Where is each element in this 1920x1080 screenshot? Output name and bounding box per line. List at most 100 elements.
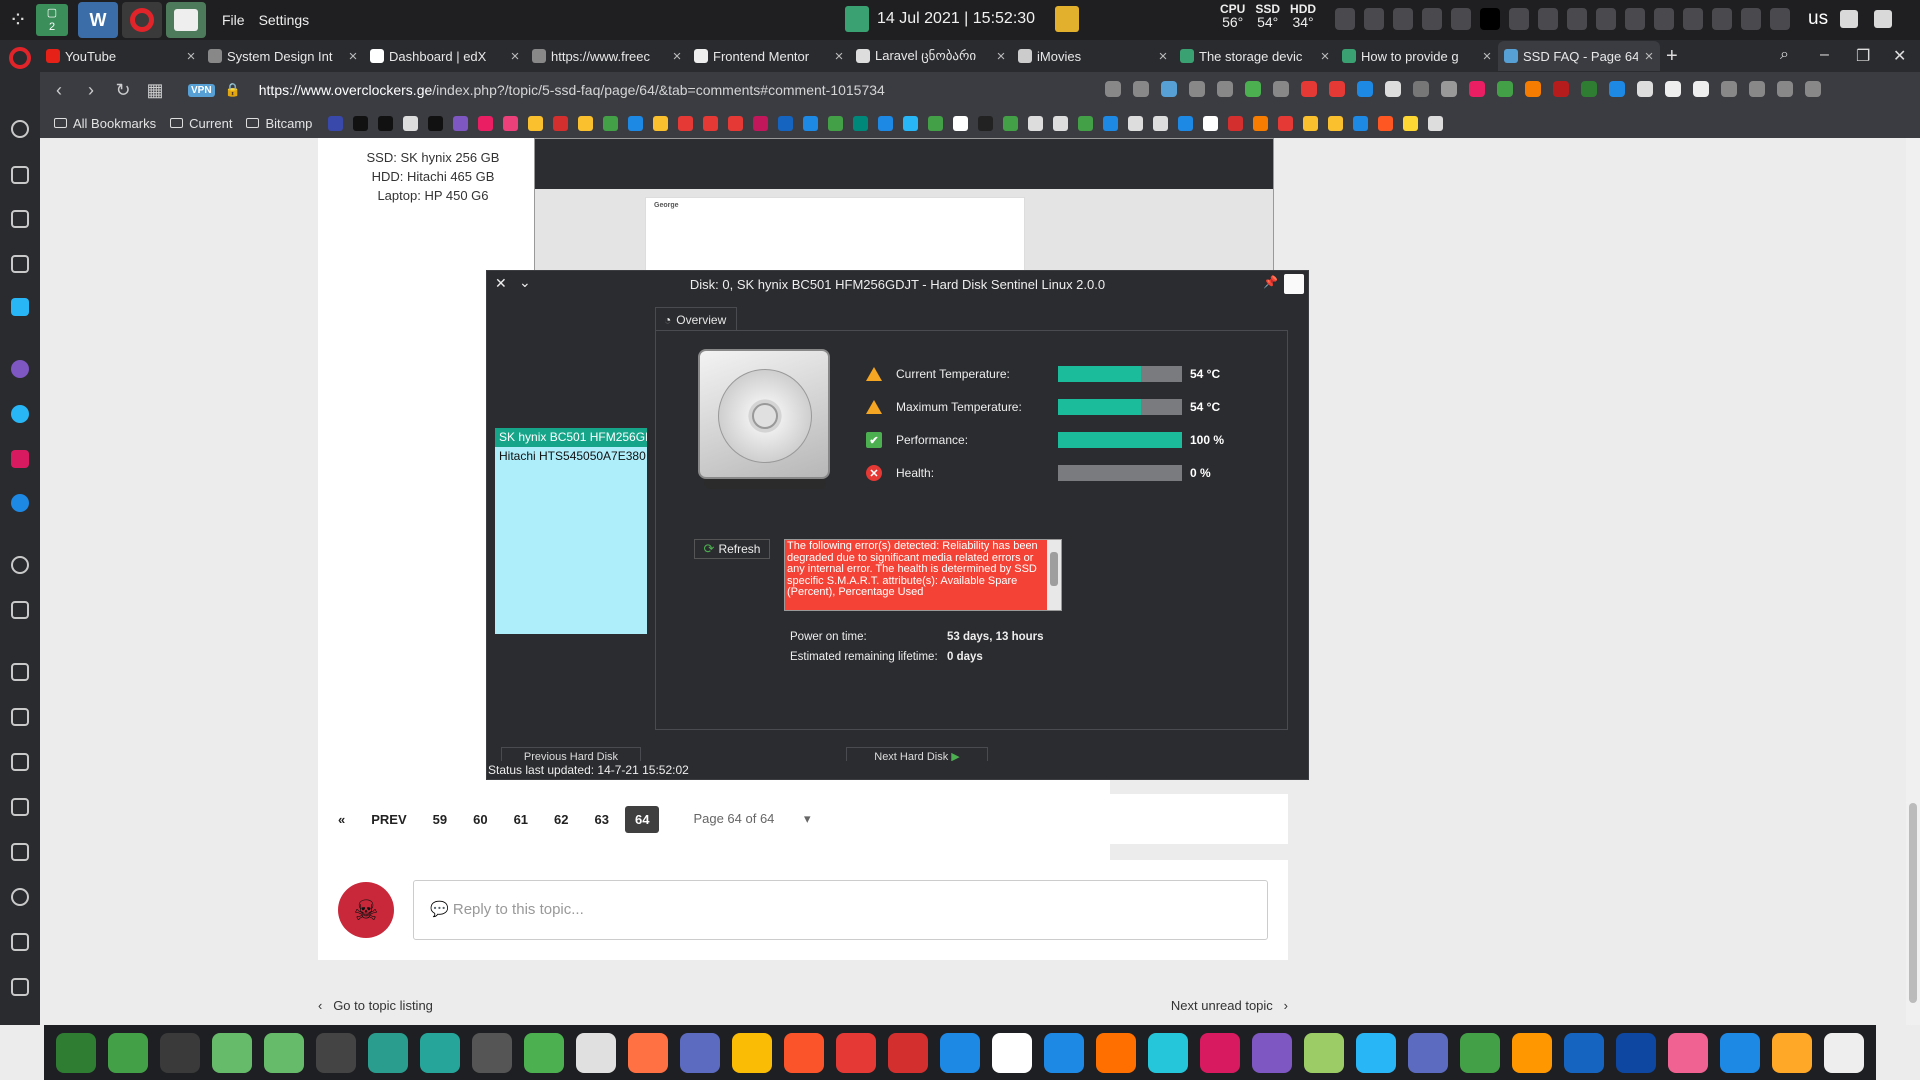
tab[interactable]: https://www.freec ×	[526, 41, 688, 71]
reload-icon[interactable]: ↻	[110, 80, 136, 101]
tab[interactable]: Dashboard | edX ×	[364, 41, 526, 71]
page-link[interactable]: 60	[473, 812, 487, 827]
bookmark-icon[interactable]	[928, 115, 944, 131]
close-tab-icon[interactable]: ×	[1314, 48, 1336, 65]
extension-icon[interactable]	[1665, 81, 1681, 97]
player-icon[interactable]	[11, 556, 29, 574]
dock-app-icon[interactable]	[368, 1032, 408, 1073]
dock-app-icon[interactable]	[1824, 1032, 1864, 1073]
workspace-indicator[interactable]: ▢ 2	[36, 4, 68, 36]
vpn-badge[interactable]: VPN	[188, 83, 215, 97]
page-link[interactable]: 59	[433, 812, 447, 827]
dock-app-icon[interactable]	[1564, 1032, 1604, 1073]
extension-icon[interactable]	[1777, 81, 1793, 97]
bookmark-icon[interactable]	[1228, 115, 1244, 131]
dock-app-icon[interactable]	[576, 1032, 616, 1073]
extension-icon[interactable]	[1609, 81, 1625, 97]
next-disk-button[interactable]: Next Hard Disk ▶	[846, 747, 988, 761]
close-window-icon[interactable]: ✕	[1893, 46, 1906, 66]
tab-active[interactable]: SSD FAQ - Page 64 ×	[1498, 41, 1660, 71]
extension-icon[interactable]	[1693, 81, 1709, 97]
extension-icon[interactable]	[1469, 81, 1485, 97]
disk-item-ssd[interactable]: SK hynix BC501 HFM256GDJT	[495, 428, 647, 447]
black-square-icon[interactable]	[1480, 8, 1500, 30]
restore-icon[interactable]: ❐	[1856, 46, 1870, 66]
aria-icon[interactable]	[11, 120, 29, 138]
menu-settings[interactable]: Settings	[259, 12, 310, 28]
extension-icon[interactable]	[1385, 81, 1401, 97]
search-tabs-icon[interactable]: ⌕	[1780, 46, 1789, 64]
dock-app-icon[interactable]	[1200, 1032, 1240, 1073]
opera-menu-icon[interactable]	[9, 47, 31, 69]
close-tab-icon[interactable]: ×	[990, 48, 1012, 65]
tabs-grid-icon[interactable]: ▦	[142, 80, 168, 101]
telegram-icon[interactable]	[11, 405, 29, 423]
previous-disk-button[interactable]: Previous Hard Disk	[501, 747, 641, 761]
prev-page-link[interactable]: PREV	[371, 812, 406, 827]
bookmark-icon[interactable]	[728, 115, 744, 131]
extension-icon[interactable]	[1245, 81, 1261, 97]
launcher-icon[interactable]: ⁘	[0, 0, 36, 40]
dock-app-icon[interactable]	[264, 1032, 304, 1073]
instagram-icon[interactable]	[11, 450, 29, 468]
go-to-listing-link[interactable]: ‹ Go to topic listing	[318, 998, 433, 1013]
dock-app-icon[interactable]	[524, 1032, 564, 1073]
spotify-icon[interactable]	[828, 115, 844, 131]
dock-app-icon[interactable]	[316, 1032, 356, 1073]
bookmark-folder[interactable]: Current	[170, 116, 232, 131]
power-icon[interactable]	[1874, 10, 1892, 28]
bookmark-icon[interactable]	[903, 115, 919, 131]
bookmark-icon[interactable]	[328, 115, 344, 131]
keyboard-layout[interactable]: us	[1808, 8, 1828, 30]
extension-icon[interactable]	[1413, 81, 1429, 97]
gmail-icon[interactable]	[553, 115, 569, 131]
page-link[interactable]: 63	[595, 812, 609, 827]
menu-file[interactable]: File	[222, 12, 245, 28]
dock-app-icon[interactable]	[732, 1032, 772, 1073]
bookmark-icon[interactable]	[1153, 115, 1169, 131]
dock-app-icon[interactable]	[1460, 1032, 1500, 1073]
extension-icon[interactable]	[1721, 81, 1737, 97]
bookmark-icon[interactable]	[1028, 115, 1044, 131]
dock-app-icon[interactable]	[1772, 1032, 1812, 1073]
next-unread-link[interactable]: Next unread topic ›	[1171, 998, 1288, 1013]
download-icon[interactable]	[1749, 81, 1765, 97]
news-icon[interactable]	[11, 753, 29, 771]
dock-app-icon[interactable]	[1044, 1032, 1084, 1073]
page-scrollbar[interactable]	[1906, 138, 1920, 1025]
player-icon[interactable]	[11, 255, 29, 273]
twitter-icon[interactable]	[11, 494, 29, 512]
close-tab-icon[interactable]: ×	[342, 48, 364, 65]
dock-app-icon[interactable]	[1616, 1032, 1656, 1073]
tab[interactable]: Frontend Mentor ×	[688, 41, 850, 71]
power-icon[interactable]	[1273, 81, 1289, 97]
extension-icon[interactable]	[1329, 81, 1345, 97]
display-icon[interactable]	[1840, 10, 1858, 28]
bookmark-icon[interactable]	[1378, 115, 1394, 131]
list-icon[interactable]	[11, 210, 29, 228]
shield-icon[interactable]	[1161, 81, 1177, 97]
bookmark-icon[interactable]	[1353, 115, 1369, 131]
dock-app-icon[interactable]	[1096, 1032, 1136, 1073]
tab[interactable]: The storage devic ×	[1174, 41, 1336, 71]
instagram-icon[interactable]	[753, 115, 769, 131]
circle-icon[interactable]	[1422, 8, 1442, 30]
tab[interactable]: YouTube ×	[40, 41, 202, 71]
bookmark-icon[interactable]	[1078, 115, 1094, 131]
tab[interactable]: iMovies ×	[1012, 41, 1174, 71]
page-jump-dropdown[interactable]: Page 64 of 64 ▾	[693, 811, 836, 827]
dock-app-icon[interactable]	[56, 1032, 96, 1073]
dock-app-icon[interactable]	[1252, 1032, 1292, 1073]
bookmark-icon[interactable]	[453, 115, 469, 131]
tab[interactable]: Laravel ცნობარი ×	[850, 41, 1012, 71]
dock-app-icon[interactable]	[1304, 1032, 1344, 1073]
bookmark-icon[interactable]	[578, 115, 594, 131]
clock[interactable]: 14 Jul 2021 | 15:52:30	[845, 6, 1080, 32]
embedded-screenshot[interactable]: George	[534, 138, 1274, 277]
close-tab-icon[interactable]: ×	[1476, 48, 1498, 65]
bookmark-icon[interactable]	[1278, 115, 1294, 131]
dock-app-icon[interactable]	[420, 1032, 460, 1073]
hourglass-icon[interactable]	[11, 298, 29, 316]
tab[interactable]: How to provide g ×	[1336, 41, 1498, 71]
messenger-icon[interactable]	[11, 360, 29, 378]
